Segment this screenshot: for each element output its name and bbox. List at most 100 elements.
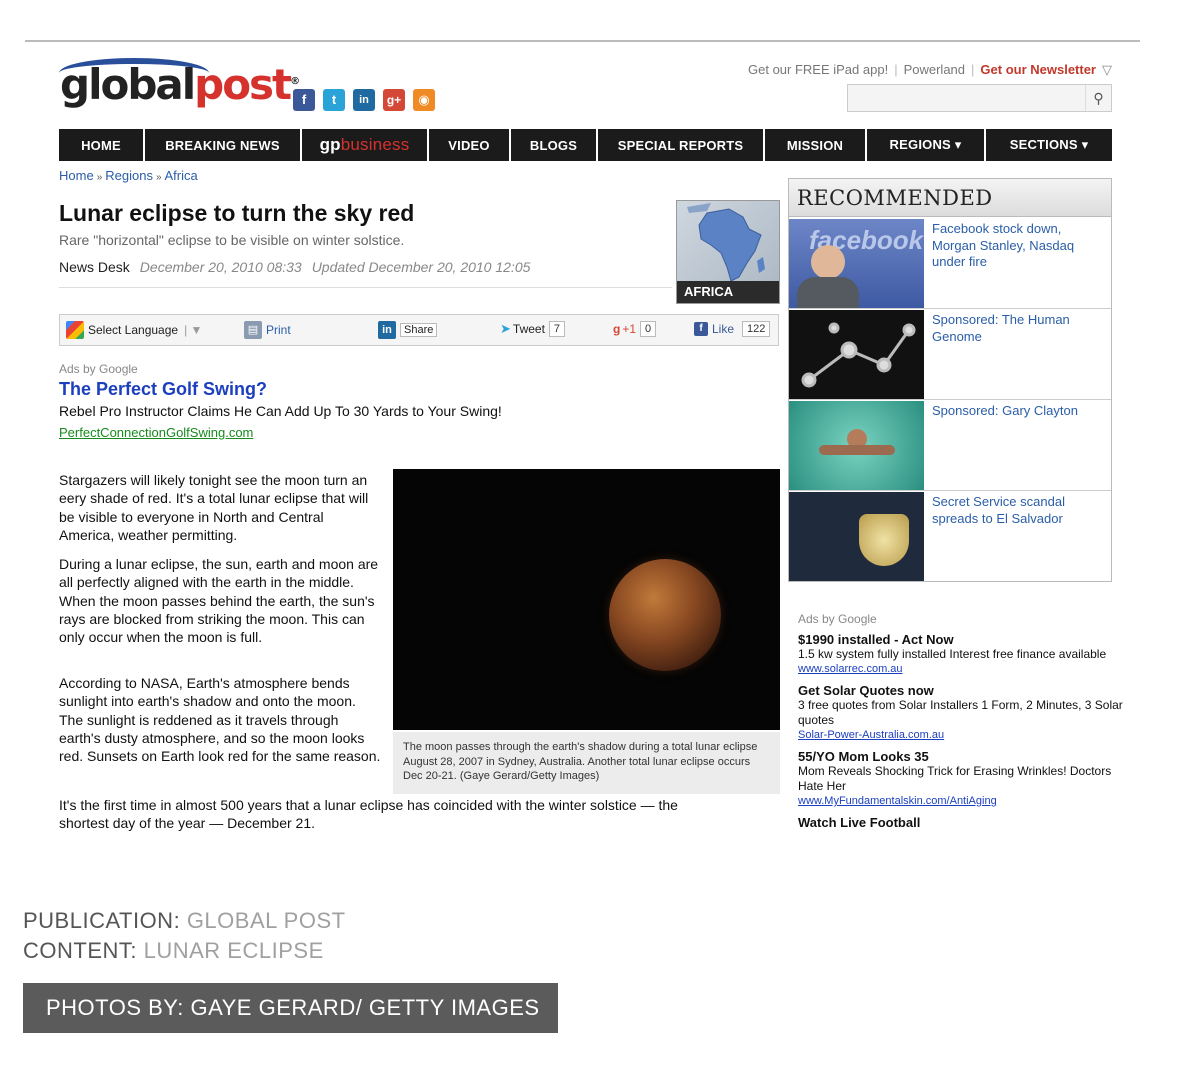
publication-value: GLOBAL POST <box>186 908 346 933</box>
breadcrumb-africa[interactable]: Africa <box>165 168 198 183</box>
ad-text: Rebel Pro Instructor Claims He Can Add U… <box>59 403 502 419</box>
article-paragraph: During a lunar eclipse, the sun, earth a… <box>59 556 379 646</box>
article-paragraph: According to NASA, Earth's atmosphere be… <box>59 675 381 765</box>
photos-by-banner: PHOTOS BY: GAYE GERARD/ GETTY IMAGES <box>23 983 558 1033</box>
secret-service-badge-icon <box>859 514 909 566</box>
google-plus-one-button[interactable]: g +1 0 <box>613 321 657 337</box>
nav-breaking-news[interactable]: BREAKING NEWS <box>145 129 302 161</box>
nav-sections[interactable]: SECTIONS ▾ <box>986 129 1112 161</box>
content-credit: CONTENT: LUNAR ECLIPSE <box>23 938 324 964</box>
sidebar-ad-text: 3 free quotes from Solar Installers 1 Fo… <box>798 698 1123 727</box>
recommended-item[interactable]: Sponsored: Gary Clayton <box>789 400 1111 491</box>
linkedin-share-button[interactable]: in Share <box>378 321 438 339</box>
breadcrumb-separator: » <box>96 172 103 183</box>
sidebar-ad-title[interactable]: Watch Live Football <box>798 815 1128 830</box>
newsletter-link[interactable]: Get our Newsletter <box>974 62 1102 77</box>
twitter-bird-icon: ➤ <box>500 321 511 336</box>
recommended-thumbnail[interactable] <box>789 401 924 490</box>
article-subtitle: Rare "horizontal" eclipse to be visible … <box>59 232 405 248</box>
region-label: AFRICA <box>677 281 779 303</box>
sidebar-ad-url[interactable]: www.MyFundamentalskin.com/AntiAging <box>798 794 1128 809</box>
linkedin-icon[interactable]: in <box>353 89 375 111</box>
linkedin-icon: in <box>378 321 396 339</box>
ad-title-link[interactable]: The Perfect Golf Swing? <box>59 379 267 400</box>
screenshot: globalpost® f t in g+ ◉ Get our FREE iPa… <box>25 40 1140 834</box>
nav-regions[interactable]: REGIONS ▾ <box>867 129 986 161</box>
search-input[interactable]: ⚲ <box>847 84 1112 112</box>
chevron-down-icon: ▽ <box>1102 62 1112 77</box>
recommended-heading: RECOMMENDED <box>789 179 1111 217</box>
tweet-label: Tweet <box>512 322 545 336</box>
print-label: Print <box>266 323 291 337</box>
author[interactable]: News Desk <box>59 259 130 275</box>
business-text: business <box>340 135 410 154</box>
sidebar-ad-title[interactable]: $1990 installed - Act Now <box>798 632 1128 647</box>
logo-global-text: global <box>60 60 196 109</box>
recommended-thumbnail[interactable] <box>789 492 924 581</box>
nav-gp-business[interactable]: gp business <box>302 129 429 161</box>
recommended-thumbnail[interactable] <box>789 310 924 399</box>
article-photo[interactable] <box>393 469 780 730</box>
article-title: Lunar eclipse to turn the sky red <box>59 200 415 226</box>
publication-label: PUBLICATION: <box>23 908 181 933</box>
sidebar-ad-text: 1.5 kw system fully installed Interest f… <box>798 647 1107 661</box>
globalpost-logo[interactable]: globalpost® <box>60 64 300 106</box>
ipad-app-link[interactable]: Get our FREE iPad app! <box>742 62 894 77</box>
breadcrumb: Home» Regions» Africa <box>59 168 198 183</box>
share-bar: Select Language | ▼ ▤ Print in Share ➤ T… <box>59 314 779 346</box>
sidebar-ad-url[interactable]: Solar-Power-Australia.com.au <box>798 728 1128 743</box>
recommended-item-title[interactable]: Facebook stock down, Morgan Stanley, Nas… <box>932 221 1104 271</box>
ad-url-link[interactable]: PerfectConnectionGolfSwing.com <box>59 425 253 440</box>
recommended-item[interactable]: facebook Facebook stock down, Morgan Sta… <box>789 218 1111 309</box>
sidebar-ad-url[interactable]: www.solarrec.com.au <box>798 662 1128 677</box>
recommended-item[interactable]: Secret Service scandal spreads to El Sal… <box>789 491 1111 582</box>
main-nav: HOME BREAKING NEWS gp business VIDEO BLOG… <box>59 129 1112 161</box>
nav-special-reports[interactable]: SPECIAL REPORTS <box>598 129 765 161</box>
breadcrumb-home[interactable]: Home <box>59 168 94 183</box>
publication-credit: PUBLICATION: GLOBAL POST <box>23 908 346 934</box>
print-button[interactable]: ▤ Print <box>244 321 291 339</box>
google-translate-icon <box>66 321 84 339</box>
recommended-panel: RECOMMENDED facebook Facebook stock down… <box>788 178 1112 582</box>
photo-caption: The moon passes through the earth's shad… <box>393 732 780 794</box>
breadcrumb-separator: » <box>155 172 162 183</box>
nav-home[interactable]: HOME <box>59 129 145 161</box>
recommended-thumbnail[interactable]: facebook <box>789 219 924 308</box>
recommended-item-title[interactable]: Sponsored: The Human Genome <box>932 312 1104 345</box>
facebook-like-button[interactable]: f Like 122 <box>694 321 771 337</box>
like-count: 122 <box>742 321 771 337</box>
rss-icon[interactable]: ◉ <box>413 89 435 111</box>
swimmer-arms <box>819 445 895 455</box>
search-icon[interactable]: ⚲ <box>1085 85 1111 111</box>
google-plus-icon: g <box>613 322 621 336</box>
sidebar-ads: Ads by Google $1990 installed - Act Now … <box>798 612 1128 830</box>
sidebar-ad-title[interactable]: Get Solar Quotes now <box>798 683 1128 698</box>
gp-text: gp <box>319 135 341 154</box>
logo-registered-mark: ® <box>290 76 300 87</box>
updated-date: Updated December 20, 2010 12:05 <box>311 259 531 275</box>
region-map-thumbnail[interactable]: AFRICA <box>676 200 780 304</box>
recommended-item-title[interactable]: Sponsored: Gary Clayton <box>932 403 1104 420</box>
ads-by-google-label: Ads by Google <box>59 362 138 376</box>
article-paragraph: Stargazers will likely tonight see the m… <box>59 472 369 543</box>
sidebar-ad-title[interactable]: 55/YO Mom Looks 35 <box>798 749 1128 764</box>
powerland-link[interactable]: Powerland <box>898 62 971 77</box>
content-label: CONTENT: <box>23 938 137 963</box>
tweet-count: 7 <box>548 321 566 337</box>
facebook-icon[interactable]: f <box>293 89 315 111</box>
top-links: Get our FREE iPad app! | Powerland | Get our… <box>742 62 1112 78</box>
nav-mission[interactable]: MISSION <box>765 129 867 161</box>
nav-blogs[interactable]: BLOGS <box>511 129 598 161</box>
google-plus-icon[interactable]: g+ <box>383 89 405 111</box>
printer-icon: ▤ <box>244 321 262 339</box>
nav-video[interactable]: VIDEO <box>429 129 511 161</box>
recommended-item[interactable]: Sponsored: The Human Genome <box>789 309 1111 400</box>
byline: News Desk December 20, 2010 08:33 Updated … <box>59 259 530 275</box>
ads-by-google-label: Ads by Google <box>798 612 877 626</box>
select-language-dropdown[interactable]: Select Language | ▼ <box>66 321 202 339</box>
breadcrumb-regions[interactable]: Regions <box>105 168 153 183</box>
recommended-item-title[interactable]: Secret Service scandal spreads to El Sal… <box>932 494 1104 527</box>
tweet-button[interactable]: ➤ Tweet 7 <box>500 321 566 337</box>
facebook-icon: f <box>694 322 708 336</box>
twitter-icon[interactable]: t <box>323 89 345 111</box>
